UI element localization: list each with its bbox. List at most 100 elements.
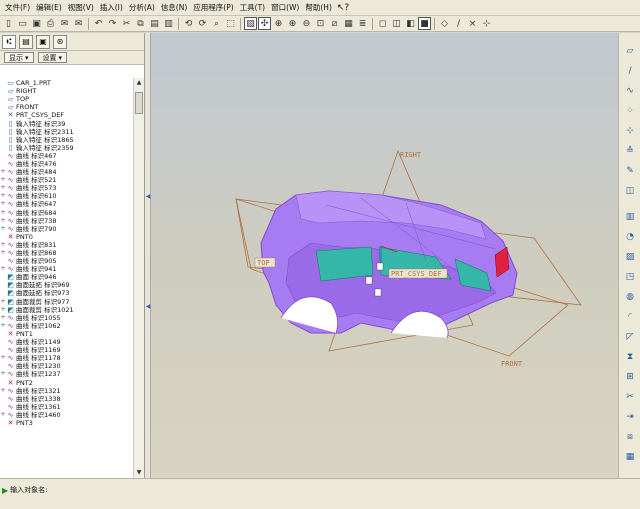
regenerate-icon[interactable]: ⟲ [182,17,195,30]
csys-tool-icon[interactable]: ⊹ [624,125,636,137]
saved-views-icon[interactable]: ▦ [342,17,355,30]
datum-label-right[interactable]: RIGHT [400,151,422,159]
tree-item[interactable]: ∿ 曲线 标识467 [0,152,133,160]
repaint-icon[interactable]: ▧ [244,17,257,30]
csys-label[interactable]: PRT_CSYS_DEF [391,270,442,278]
folder-browser-tab-icon[interactable]: ▤ [19,34,33,49]
mirror-tool-icon[interactable]: ⧗ [624,351,636,363]
trim-tool-icon[interactable]: ✂ [624,391,636,403]
tree-item[interactable]: + ◩ 曲面裁剪 标识977 [0,298,133,306]
datum-label-top[interactable]: TOP [257,259,270,267]
datum-planes-icon[interactable]: ◇ [438,17,451,30]
hole-tool-icon[interactable]: ◍ [624,291,636,303]
blend-tool-icon[interactable]: ◳ [624,271,636,283]
menu-edit[interactable]: 编辑(E) [33,2,65,13]
tree-item[interactable]: + ∿ 曲线 标识484 [0,168,133,176]
tree-item[interactable]: ◩ 曲面延拓 标识973 [0,289,133,297]
tree-item[interactable]: + ∿ 曲线 标识1321 [0,387,133,395]
select-box-icon[interactable]: ⬚ [224,17,237,30]
tree-item[interactable]: + ∿ 曲线 标识1460 [0,411,133,419]
undo-icon[interactable]: ↶ [92,17,105,30]
tree-item[interactable]: ∿ 曲线 标识1149 [0,338,133,346]
tree-scrollbar[interactable]: ▲ ▼ [133,78,144,478]
context-help-icon[interactable]: ↖? [337,3,349,13]
open-icon[interactable]: ▭ [16,17,29,30]
graphics-viewport[interactable]: RIGHT TOP FRONT PRT_CSYS_DEF [151,33,618,478]
thicken-tool-icon[interactable]: ▦ [624,451,636,463]
car-body[interactable] [260,190,518,339]
analysis-tool-icon[interactable]: ≙ [624,145,636,157]
no-hidden-icon[interactable]: ◧ [404,17,417,30]
extrude-tool-icon[interactable]: ▥ [624,211,636,223]
layers-icon[interactable]: ≣ [356,17,369,30]
menu-tools[interactable]: 工具(T) [237,2,268,13]
menu-analysis[interactable]: 分析(A) [126,2,158,13]
email-icon[interactable]: ✉ [58,17,71,30]
tree-item[interactable]: + ∿ 曲线 标识790 [0,225,133,233]
tree-item[interactable]: ▱ RIGHT [0,87,133,95]
tree-item[interactable]: ∿ 曲线 标识1338 [0,395,133,403]
menu-file[interactable]: 文件(F) [2,2,33,13]
datum-plane-tool-icon[interactable]: ▱ [624,45,636,57]
orient-mode-icon[interactable]: ⊕ [272,17,285,30]
revolve-tool-icon[interactable]: ◔ [624,231,636,243]
merge-tool-icon[interactable]: ⊞ [624,371,636,383]
scroll-thumb[interactable] [135,92,143,114]
tree-item[interactable]: ▭ CAR_1.PRT [0,79,133,87]
scroll-down-icon[interactable]: ▼ [135,469,143,477]
tree-item[interactable]: ▯ 输入特征 标识2311 [0,128,133,136]
tree-item[interactable]: ✕ PNT3 [0,419,133,427]
paste-icon[interactable]: ▤ [148,17,161,30]
tree-item[interactable]: ✕ PNT2 [0,378,133,387]
hidden-line-icon[interactable]: ◫ [390,17,403,30]
menu-window[interactable]: 窗口(W) [268,2,302,13]
tree-item[interactable]: ▱ FRONT [0,103,133,111]
email-attach-icon[interactable]: ✉ [72,17,85,30]
tree-item[interactable]: + ∿ 曲线 标识684 [0,209,133,217]
cut-icon[interactable]: ✂ [120,17,133,30]
tree-item[interactable]: + ◩ 曲面裁剪 标识1021 [0,306,133,314]
tree-item[interactable]: ▯ 输入特征 标识2359 [0,144,133,152]
csys-icon[interactable]: ⊹ [480,17,493,30]
round-tool-icon[interactable]: ◜ [624,311,636,323]
tree-item[interactable]: ∿ 曲线 标识476 [0,160,133,168]
tree-item[interactable]: + ∿ 曲线 标识521 [0,176,133,184]
copy-icon[interactable]: ⧉ [134,17,147,30]
zoom-in-icon[interactable]: ⊕ [286,17,299,30]
tree-item[interactable]: + ∿ 曲线 标识1055 [0,314,133,322]
print-icon[interactable]: ⎙ [44,17,57,30]
tree-item[interactable]: + ∿ 曲线 标识831 [0,241,133,249]
tree-item[interactable]: ✕ PRT_CSYS_DEF [0,111,133,119]
menu-help[interactable]: 帮助(H) [302,2,335,13]
tree-item[interactable]: ▯ 输入特征 标识1865 [0,136,133,144]
chamfer-tool-icon[interactable]: ◸ [624,331,636,343]
tree-item[interactable]: ∿ 曲线 标识905 [0,257,133,265]
regen-manager-icon[interactable]: ⟳ [196,17,209,30]
settings-dropdown[interactable]: 设置 ▾ [37,52,68,63]
tree-item[interactable]: + ∿ 曲线 标识868 [0,249,133,257]
web-tab-icon[interactable]: ⊛ [53,34,67,49]
tree-item[interactable]: + ∿ 曲线 标识738 [0,217,133,225]
tree-item[interactable]: ▱ TOP [0,95,133,103]
zoom-out-icon[interactable]: ⊖ [300,17,313,30]
tree-item[interactable]: ∿ 曲线 标识1361 [0,403,133,411]
tree-item[interactable]: ✕ PNT1 [0,330,133,338]
datum-curve-tool-icon[interactable]: ∿ [624,85,636,97]
offset-tool-icon[interactable]: ⧈ [624,431,636,443]
datum-label-front[interactable]: FRONT [501,360,523,368]
reorient-icon[interactable]: ⧄ [328,17,341,30]
tree-item[interactable]: ▯ 输入特征 标识39 [0,119,133,128]
find-icon[interactable]: ⌕ [210,17,223,30]
menu-info[interactable]: 信息(N) [158,2,190,13]
scroll-up-icon[interactable]: ▲ [135,79,143,87]
wireframe-icon[interactable]: ◻ [376,17,389,30]
paste-special-icon[interactable]: ▥ [162,17,175,30]
show-dropdown[interactable]: 显示 ▾ [4,52,34,63]
datum-axes-icon[interactable]: / [452,17,465,30]
tree-item[interactable]: ∿ 曲线 标识1169 [0,346,133,354]
menu-insert[interactable]: 插入(I) [97,2,126,13]
redo-icon[interactable]: ↷ [106,17,119,30]
shading-icon[interactable]: ■ [418,17,431,30]
favorites-tab-icon[interactable]: ▣ [36,34,50,49]
datum-points-icon[interactable]: × [466,17,479,30]
